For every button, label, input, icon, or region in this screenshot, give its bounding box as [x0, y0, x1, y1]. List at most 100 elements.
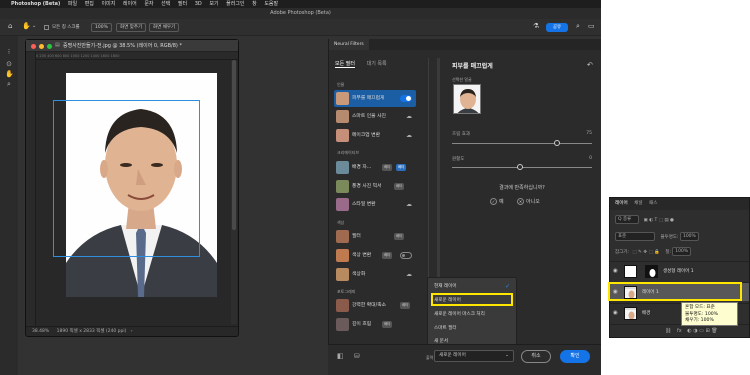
menu-file[interactable]: 파일 [68, 1, 77, 7]
filter-toggle[interactable] [400, 252, 412, 259]
filter-item-super-zoom[interactable]: 강력한 확대/축소 베타 [334, 297, 416, 314]
fx-button[interactable]: fx [677, 328, 682, 334]
ok-button[interactable]: 확인 [560, 350, 590, 363]
beaker-icon[interactable]: ⚗ [533, 22, 539, 30]
cloud-download-icon[interactable]: ☁ [406, 108, 412, 125]
menu-layer[interactable]: 레이어 [123, 1, 137, 7]
layer-filter-row: Q 종류 ▣ ◐ T ⬚ ▤ ● [615, 215, 745, 225]
menu-select[interactable]: 선택 [161, 1, 170, 7]
link-icon[interactable]: ⛓ [665, 328, 671, 334]
output-option-new-layer-masked[interactable]: 새로운 레이어 마스크 처리 [428, 308, 516, 321]
menu-help[interactable]: 도움말 [264, 1, 278, 7]
home-icon[interactable]: ⌂ [8, 22, 12, 30]
zoom-100-button[interactable]: 100% [91, 23, 112, 32]
hand-tool-icon[interactable]: ✋ [22, 22, 31, 30]
option-label: 스마트 필터 [434, 326, 457, 331]
beta-badge-extra: 베타 [396, 164, 407, 171]
lock-icons[interactable]: ⬚ ✎ ✥ ⬚ 🔒 [632, 250, 659, 255]
horizontal-ruler: 0 200 400 600 800 1000 1200 1400 1600 18… [36, 52, 238, 60]
layer-kind-select[interactable]: Q 종류 [615, 215, 639, 224]
satisfaction-question: 결과에 만족하십니까? [499, 185, 545, 191]
cancel-button[interactable]: 취소 [521, 350, 551, 363]
tab-layers[interactable]: 레이어 [615, 201, 628, 206]
rotate-view-icon[interactable]: ⊙ [5, 60, 13, 68]
blend-mode-select[interactable]: 표준 [615, 232, 655, 241]
zoom-tool-icon[interactable]: ⌕ [5, 80, 13, 88]
filter-item-smart-portrait[interactable]: 스마트 인물 사진 ☁ [334, 108, 416, 125]
tab-waitlist[interactable]: 대기 목록 [367, 61, 387, 67]
filter-thumbnail [336, 129, 349, 142]
filter-toggle[interactable] [400, 95, 412, 102]
layer-row-generative[interactable]: ◉ 생성형 레이어 1 [610, 261, 749, 280]
close-window-button[interactable] [31, 44, 36, 49]
slider-blur-track[interactable] [452, 143, 592, 144]
tab-channels[interactable]: 채널 [634, 201, 642, 206]
filter-name: 색상화 [352, 272, 366, 277]
layer-tooltip: 혼합 모드: 표준 불투명도: 100% 채우기: 100% [681, 302, 738, 326]
filter-item-colorize[interactable]: 색상화 ☁ [334, 266, 416, 283]
slider-smoothness-handle[interactable] [517, 164, 523, 170]
output-option-smart-filter[interactable]: 스마트 필터 [428, 322, 516, 335]
filter-thumbnail [336, 198, 349, 211]
fill-screen-button[interactable]: 화면 채우기 [149, 23, 180, 32]
filter-icons[interactable]: ▣ ◐ T ⬚ ▤ ● [643, 218, 674, 223]
menu-type[interactable]: 문자 [144, 1, 153, 7]
layer-footer-icons[interactable]: ◐ ◑ ▭ ⊞ 🗑 [687, 328, 717, 334]
menu-filter[interactable]: 필터 [178, 1, 187, 7]
menu-plugins[interactable]: 플러그인 [226, 1, 244, 7]
thumbs-up-icon: ✓ [490, 198, 497, 205]
hand-tool-icon[interactable]: ✋ [5, 70, 14, 78]
tab-all-filters[interactable]: 모든 필터 [335, 61, 355, 68]
scroll-all-checkbox[interactable] [44, 25, 49, 30]
chevron-down-icon[interactable]: ⌄ [32, 23, 36, 29]
tab-paths[interactable]: 패스 [649, 201, 657, 206]
vertical-scrollbar[interactable] [231, 60, 237, 324]
minimize-window-button[interactable] [39, 44, 44, 49]
eye-icon[interactable]: ◉ [613, 304, 618, 323]
layer-thumbnail [624, 265, 637, 278]
feedback-yes-button[interactable]: ✓ 예 [490, 198, 504, 205]
filter-item-background[interactable]: 배경 자... 베타 베타 [334, 159, 416, 176]
reset-icon[interactable]: ↶ [587, 61, 593, 69]
menu-app-name[interactable]: Photoshop (Beta) [11, 1, 60, 7]
filter-item-depth-blur[interactable]: 깊이 흐림 베타 [334, 316, 416, 333]
zoom-window-button[interactable] [47, 44, 52, 49]
opacity-input[interactable]: 100% [679, 232, 699, 241]
workspace-icon[interactable]: ▭ [588, 22, 595, 30]
cloud-download-icon[interactable]: ☁ [406, 196, 412, 213]
cloud-download-icon[interactable]: ☁ [406, 127, 412, 144]
menu-window[interactable]: 창 [252, 1, 257, 7]
menu-3d[interactable]: 3D [195, 1, 202, 7]
category-photography: 포토그래피 [337, 289, 356, 294]
output-select[interactable]: 새로운 레이어 ⌄ [434, 350, 514, 362]
scrollbar-thumb[interactable] [232, 60, 236, 230]
share-button[interactable]: 공유 [546, 23, 568, 32]
menu-view[interactable]: 보기 [209, 1, 218, 7]
output-option-current-layer[interactable]: 현재 레이어 ✓ [428, 280, 516, 293]
photoshop-window: Photoshop (Beta) 파일 편집 이미지 레이어 문자 선택 필터 … [0, 0, 601, 375]
fit-screen-button[interactable]: 화면 맞추기 [116, 23, 147, 32]
layers-stack-icon[interactable]: ⛁ [354, 352, 360, 360]
filter-item-landscape-mixer[interactable]: 풍경 사진 믹서 베타 [334, 178, 416, 195]
filter-item-makeup-transfer[interactable]: 메이크업 변환 ☁ [334, 127, 416, 144]
chevron-right-icon[interactable]: › [131, 329, 133, 334]
filter-item-skin-smoothing[interactable]: 피부를 매끄럽게 [334, 90, 416, 107]
collapse-icon[interactable]: ⁝ [5, 48, 13, 56]
eye-icon[interactable]: ◉ [613, 262, 618, 281]
filter-item-style-transfer[interactable]: 스타일 변환 ☁ [334, 196, 416, 213]
slider-blur-handle[interactable] [554, 140, 560, 146]
cloud-download-icon[interactable]: ☁ [406, 266, 412, 283]
menu-edit[interactable]: 편집 [85, 1, 94, 7]
fill-input[interactable]: 100% [672, 247, 692, 256]
filter-item-harmonization[interactable]: 필터 베타 [334, 228, 416, 245]
neural-filters-tab[interactable]: Neural Filters [329, 39, 369, 50]
menu-image[interactable]: 이미지 [102, 1, 116, 7]
selected-face-thumbnail[interactable] [453, 84, 481, 114]
preview-toggle-icon[interactable]: ◧ [337, 352, 344, 360]
scroll-all-label: 모든 칭 스크롤 [52, 25, 80, 30]
feedback-no-button[interactable]: ✕ 아니오 [517, 198, 540, 205]
status-zoom[interactable]: 38.48% [32, 329, 49, 334]
search-icon[interactable]: ⌕ [576, 22, 580, 31]
category-portrait: 인물 [337, 82, 345, 87]
filter-item-color-transfer[interactable]: 색상 변환 베타 [334, 247, 416, 264]
